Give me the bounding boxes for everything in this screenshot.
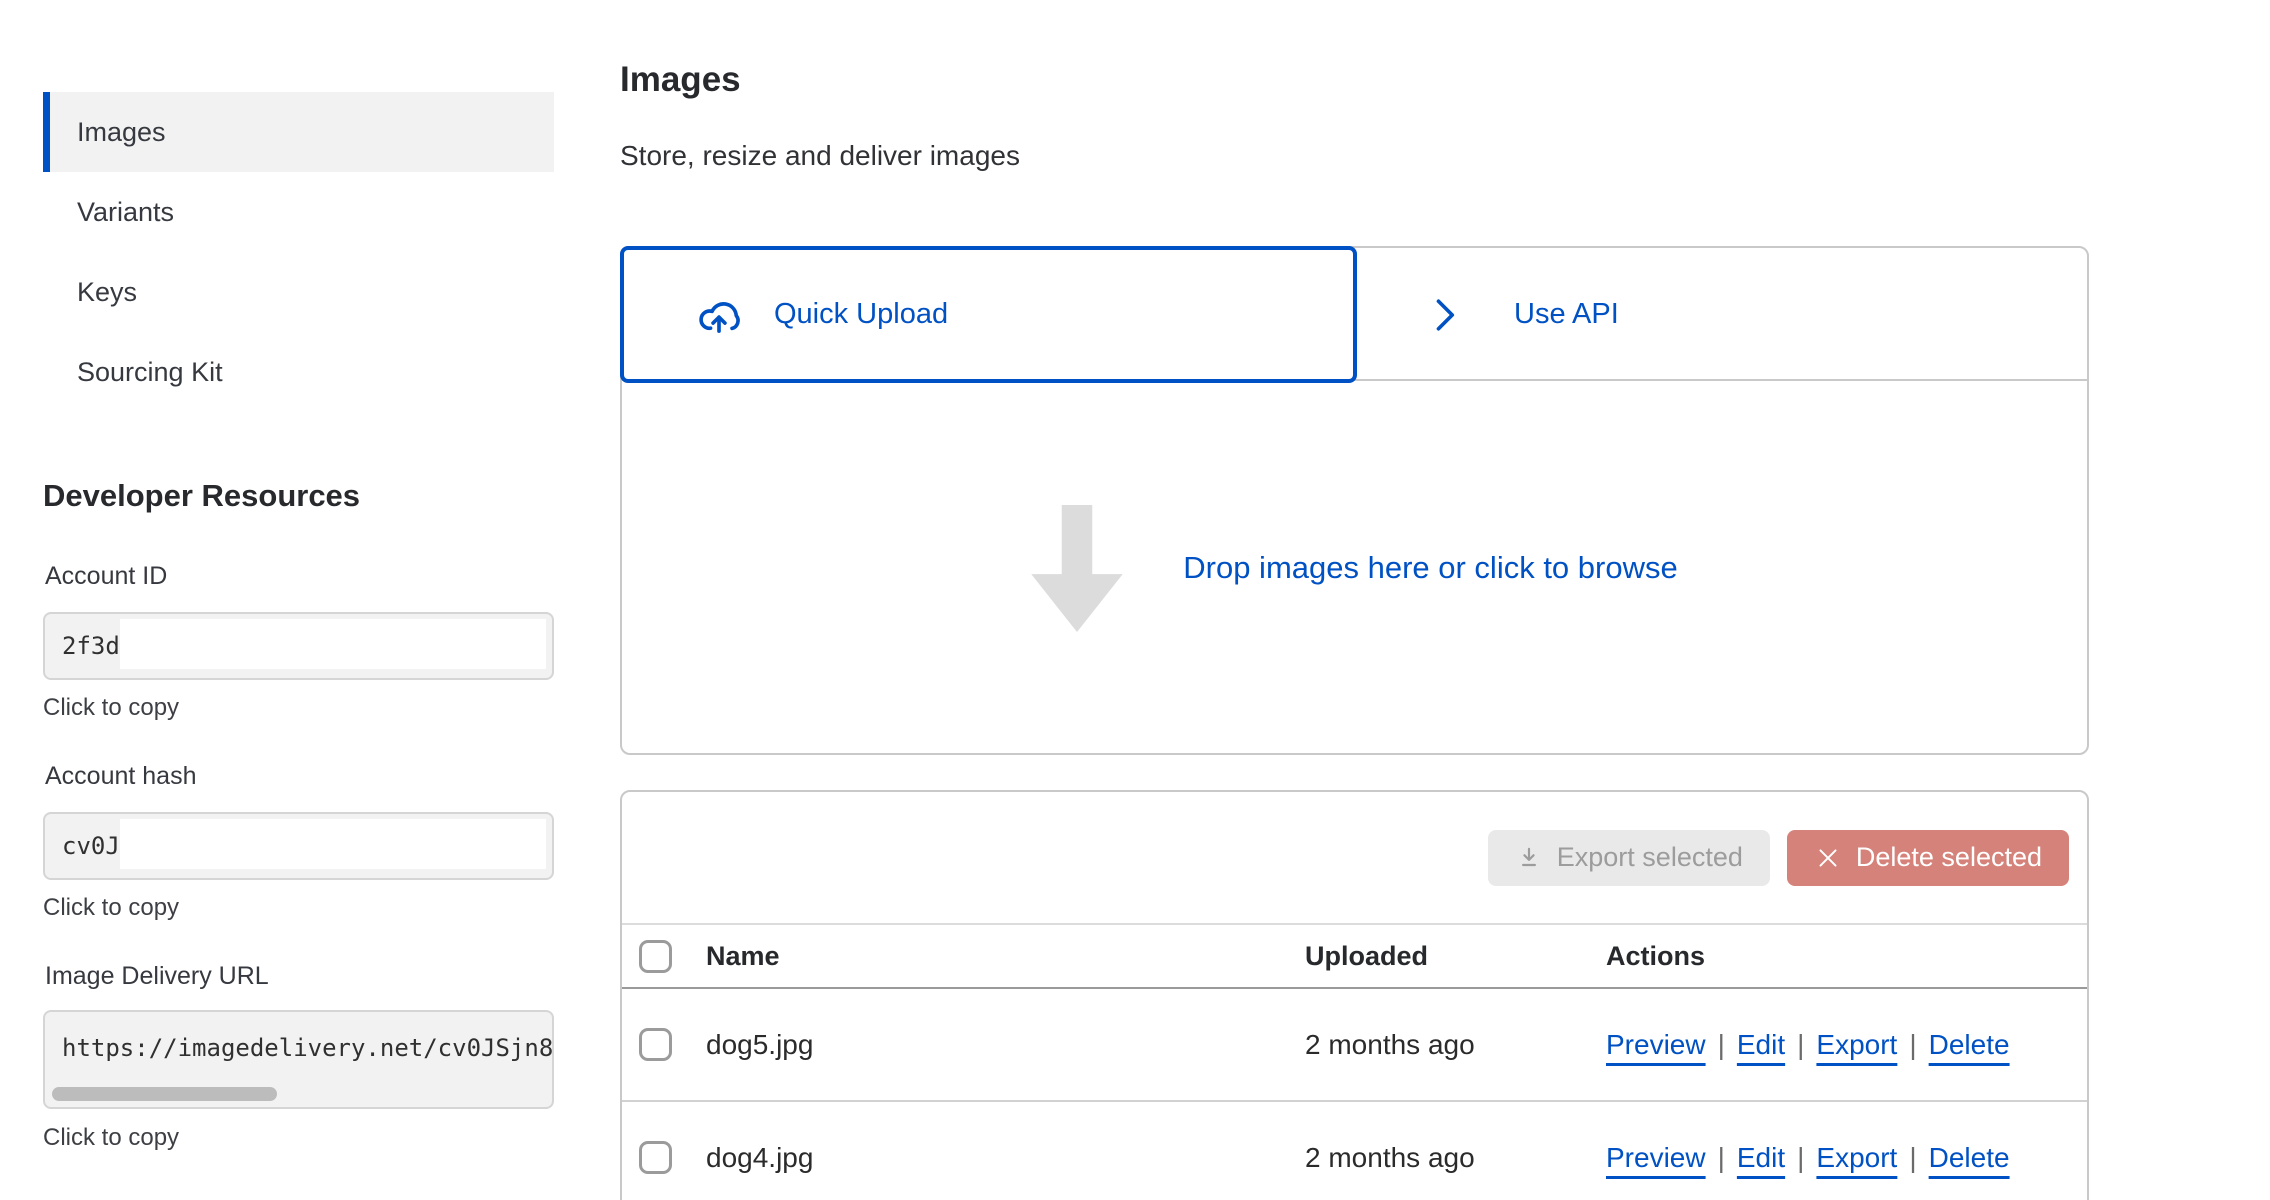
row-actions: Preview | Edit | Export | Delete [1606,1029,2087,1061]
export-selected-button[interactable]: Export selected [1488,830,1770,886]
sidebar-item-variants[interactable]: Variants [43,172,554,252]
sidebar-item-label: Sourcing Kit [77,357,223,388]
x-icon [1814,844,1842,872]
developer-resources-heading: Developer Resources [43,478,360,514]
image-name: dog4.jpg [706,1142,1305,1174]
action-separator: | [1797,1029,1804,1061]
chevron-right-icon [1422,293,1466,337]
cloudflare-images-page: Images Variants Keys Sourcing Kit Develo… [0,0,2270,1200]
uploaded-ago: 2 months ago [1305,1142,1606,1174]
images-table-card: Export selected Delete selected Name Upl… [620,790,2089,1200]
account-hash-copy-field[interactable]: cv0J [43,812,554,880]
delete-link[interactable]: Delete [1929,1142,2010,1174]
dropzone[interactable]: Drop images here or click to browse [622,383,2087,753]
sidebar-item-label: Images [77,117,166,148]
sidebar-nav: Images Variants Keys Sourcing Kit [43,92,554,412]
action-separator: | [1909,1029,1916,1061]
table-toolbar: Export selected Delete selected [622,792,2087,925]
uploaded-ago: 2 months ago [1305,1029,1606,1061]
tab-use-api[interactable]: Use API [1422,248,1619,381]
table-row: dog5.jpg 2 months ago Preview | Edit | E… [622,989,2087,1102]
delivery-url-value: https://imagedelivery.net/cv0JSjn80 [62,1034,554,1062]
account-hash-value: cv0J [62,832,120,860]
cloud-upload-icon [694,292,744,338]
delete-selected-button[interactable]: Delete selected [1787,830,2069,886]
delete-selected-label: Delete selected [1856,842,2042,873]
export-link[interactable]: Export [1816,1029,1897,1061]
action-separator: | [1718,1142,1725,1174]
row-checkbox[interactable] [639,1028,672,1061]
delivery-url-copy-hint: Click to copy [43,1124,179,1152]
tab-use-api-label: Use API [1514,298,1619,331]
download-icon [1515,844,1543,872]
image-name: dog5.jpg [706,1029,1305,1061]
page-subtitle: Store, resize and deliver images [620,140,1020,172]
upload-card: Quick Upload Use API Drop images here or… [620,246,2089,755]
upload-tab-row: Quick Upload Use API [622,248,2087,381]
sidebar-item-sourcing-kit[interactable]: Sourcing Kit [43,332,554,412]
delivery-url-copy-field[interactable]: https://imagedelivery.net/cv0JSjn80 [43,1010,554,1109]
dropzone-text: Drop images here or click to browse [1183,550,1677,586]
column-header-uploaded: Uploaded [1305,941,1606,972]
column-header-actions: Actions [1606,941,2087,972]
row-actions: Preview | Edit | Export | Delete [1606,1142,2087,1174]
sidebar-item-label: Keys [77,277,137,308]
table-header-row: Name Uploaded Actions [622,925,2087,989]
sidebar-item-keys[interactable]: Keys [43,252,554,332]
select-all-checkbox[interactable] [639,940,672,973]
account-hash-copy-hint: Click to copy [43,894,179,922]
account-id-value: 2f3d [62,632,120,660]
row-checkbox[interactable] [639,1141,672,1174]
tab-quick-upload-label: Quick Upload [774,298,948,331]
account-id-redaction [120,619,546,669]
delete-link[interactable]: Delete [1929,1029,2010,1061]
export-selected-label: Export selected [1557,842,1743,873]
export-link[interactable]: Export [1816,1142,1897,1174]
action-separator: | [1718,1029,1725,1061]
column-header-name: Name [706,941,1305,972]
account-hash-redaction [120,819,546,869]
sidebar-item-images[interactable]: Images [43,92,554,172]
big-down-arrow-icon [1031,505,1123,632]
table-row: dog4.jpg 2 months ago Preview | Edit | E… [622,1102,2087,1200]
action-separator: | [1797,1142,1804,1174]
delivery-url-label: Image Delivery URL [45,962,269,991]
account-id-copy-field[interactable]: 2f3d [43,612,554,680]
action-separator: | [1909,1142,1916,1174]
edit-link[interactable]: Edit [1737,1029,1785,1061]
sidebar-item-label: Variants [77,197,174,228]
page-title: Images [620,60,741,100]
horizontal-scrollbar-thumb[interactable] [52,1087,277,1101]
account-id-copy-hint: Click to copy [43,694,179,722]
account-hash-label: Account hash [45,762,197,791]
preview-link[interactable]: Preview [1606,1142,1706,1174]
account-id-label: Account ID [45,562,167,591]
tab-quick-upload[interactable]: Quick Upload [620,246,1357,383]
edit-link[interactable]: Edit [1737,1142,1785,1174]
preview-link[interactable]: Preview [1606,1029,1706,1061]
